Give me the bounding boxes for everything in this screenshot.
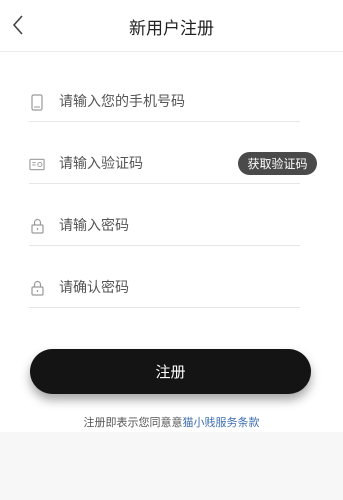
password-input[interactable] bbox=[59, 211, 239, 241]
get-code-button[interactable]: 获取验证码 bbox=[238, 152, 317, 175]
confirm-password-input[interactable] bbox=[59, 273, 239, 303]
phone-field bbox=[29, 87, 300, 122]
phone-input[interactable] bbox=[59, 87, 239, 117]
page-title: 新用户注册 bbox=[129, 19, 214, 39]
confirm-password-field bbox=[29, 273, 300, 308]
lock-icon bbox=[29, 279, 45, 297]
sms-code-icon bbox=[29, 155, 45, 173]
nav-bar: 新用户注册 bbox=[0, 0, 343, 52]
terms-notice: 注册即表示您同意意猫小贱服务条款 bbox=[0, 414, 343, 430]
bottom-background bbox=[0, 432, 343, 500]
code-input[interactable] bbox=[59, 149, 239, 179]
terms-link[interactable]: 猫小贱服务条款 bbox=[183, 416, 260, 429]
register-button[interactable]: 注册 bbox=[30, 349, 311, 394]
password-field bbox=[29, 211, 300, 246]
lock-icon bbox=[29, 217, 45, 235]
terms-prefix: 注册即表示您同意意 bbox=[83, 416, 183, 429]
phone-icon bbox=[29, 93, 45, 111]
